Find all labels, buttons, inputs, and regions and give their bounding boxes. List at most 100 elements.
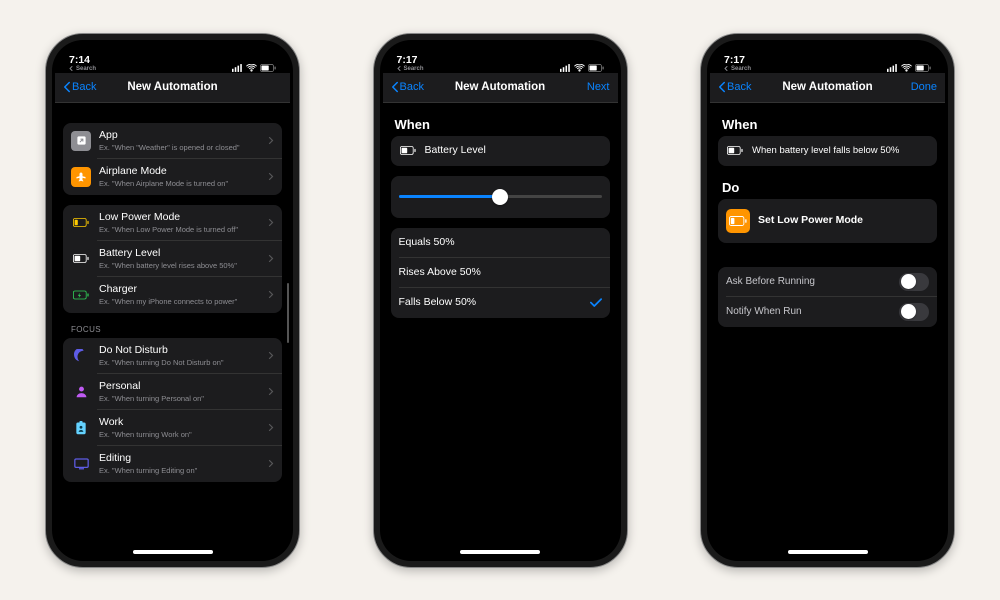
trigger-row-dnd[interactable]: Do Not DisturbEx. "When turning Do Not D… <box>63 338 282 374</box>
chevron-left-icon <box>718 81 726 93</box>
row-subtitle: Ex. "When turning Editing on" <box>99 466 268 475</box>
row-title: App <box>99 129 268 142</box>
option-label: Rises Above 50% <box>399 266 602 279</box>
status-search[interactable]: Search <box>724 66 751 72</box>
trigger-row-personal[interactable]: PersonalEx. "When turning Personal on" <box>63 374 282 410</box>
status-time: 7:17 <box>724 55 745 66</box>
phone-1: 7:14 Search Back New Automation <box>45 33 300 568</box>
trigger-row-work[interactable]: WorkEx. "When turning Work on" <box>63 410 282 446</box>
done-button[interactable]: Done <box>911 81 937 93</box>
row-subtitle: Ex. "When turning Do Not Disturb on" <box>99 358 268 367</box>
nav-title: New Automation <box>455 81 545 93</box>
nav-bar: Back New Automation <box>55 73 290 103</box>
home-indicator[interactable] <box>788 550 868 554</box>
row-title: Low Power Mode <box>99 211 268 224</box>
trigger-row-charger[interactable]: ChargerEx. "When my iPhone connects to p… <box>63 277 282 313</box>
nav-bar: Back New Automation Done <box>710 73 945 103</box>
row-title: Do Not Disturb <box>99 344 268 357</box>
do-action-group: Set Low Power Mode <box>718 199 937 243</box>
when-header: When <box>722 117 933 132</box>
option-equals[interactable]: Equals 50% <box>391 228 610 258</box>
action-row[interactable]: Set Low Power Mode <box>718 199 937 243</box>
row-title: Personal <box>99 380 268 393</box>
trigger-row-airplane[interactable]: Airplane ModeEx. "When Airplane Mode is … <box>63 159 282 195</box>
badge-icon <box>71 418 91 438</box>
checkmark-icon <box>590 298 602 308</box>
toggle-switch[interactable] <box>899 303 929 321</box>
row-subtitle: Ex. "When "Weather" is opened or closed" <box>99 143 268 152</box>
when-summary-row[interactable]: When battery level falls below 50% <box>718 136 937 166</box>
lowpower-icon <box>71 213 91 233</box>
wifi-icon <box>901 64 912 72</box>
focus-header: FOCUS <box>63 313 282 338</box>
battery-slider[interactable] <box>391 176 610 218</box>
phone-2: 7:17 Search Back New Automatio <box>373 33 628 568</box>
back-button[interactable]: Back <box>63 81 96 93</box>
back-button[interactable]: Back <box>391 81 424 93</box>
home-indicator[interactable] <box>133 550 213 554</box>
when-summary-group: When battery level falls below 50% <box>718 136 937 166</box>
battery-icon <box>588 64 604 72</box>
row-title: Work <box>99 416 268 429</box>
nav-title: New Automation <box>127 81 217 93</box>
option-label: Falls Below 50% <box>399 296 590 309</box>
option-falls-below[interactable]: Falls Below 50% <box>391 288 610 318</box>
chevron-right-icon <box>268 387 274 396</box>
row-subtitle: Ex. "When battery level rises above 50%" <box>99 261 268 270</box>
trigger-row-editing[interactable]: EditingEx. "When turning Editing on" <box>63 446 282 482</box>
toggle-ask-before-running[interactable]: Ask Before Running <box>718 267 937 297</box>
toggle-switch[interactable] <box>899 273 929 291</box>
slider-group <box>391 176 610 218</box>
status-right <box>232 64 276 72</box>
battery-level-row[interactable]: Battery Level <box>391 136 610 166</box>
scrollbar[interactable] <box>287 283 289 343</box>
nav-title: New Automation <box>782 81 872 93</box>
toggle-notify-when-run[interactable]: Notify When Run <box>718 297 937 327</box>
notch <box>775 43 880 61</box>
trigger-row-battery[interactable]: Battery LevelEx. "When battery level ris… <box>63 241 282 277</box>
chevron-left-icon <box>63 81 71 93</box>
display-icon <box>71 454 91 474</box>
signal-icon <box>232 64 243 72</box>
status-right <box>560 64 604 72</box>
chevron-right-icon <box>268 136 274 145</box>
status-search[interactable]: Search <box>69 66 96 72</box>
content-area[interactable]: AppEx. "When "Weather" is opened or clos… <box>55 103 290 558</box>
battery-level-icon <box>71 249 91 269</box>
row-subtitle: Ex. "When turning Personal on" <box>99 394 268 403</box>
trigger-row-lowpower[interactable]: Low Power ModeEx. "When Low Power Mode i… <box>63 205 282 241</box>
trigger-group-apps: AppEx. "When "Weather" is opened or clos… <box>63 123 282 195</box>
status-right <box>887 64 931 72</box>
content-area[interactable]: When Battery Level <box>383 103 618 558</box>
row-title: Battery Level <box>99 247 268 260</box>
signal-icon <box>887 64 898 72</box>
row-title: Battery Level <box>425 144 602 157</box>
option-rises-above[interactable]: Rises Above 50% <box>391 258 610 288</box>
battery-level-icon <box>726 141 744 161</box>
content-area[interactable]: When When battery level falls below 50% … <box>710 103 945 558</box>
signal-icon <box>560 64 571 72</box>
battery-icon <box>915 64 931 72</box>
home-indicator[interactable] <box>460 550 540 554</box>
row-subtitle: Ex. "When Low Power Mode is turned off" <box>99 225 268 234</box>
toggle-label: Notify When Run <box>726 306 899 318</box>
lowpower-action-icon <box>726 209 750 233</box>
trigger-row-app[interactable]: AppEx. "When "Weather" is opened or clos… <box>63 123 282 159</box>
comparison-options: Equals 50% Rises Above 50% Falls Below 5… <box>391 228 610 318</box>
trigger-group-focus: Do Not DisturbEx. "When turning Do Not D… <box>63 338 282 482</box>
chevron-right-icon <box>268 351 274 360</box>
next-button[interactable]: Next <box>587 81 610 93</box>
option-label: Equals 50% <box>399 236 602 249</box>
back-button[interactable]: Back <box>718 81 751 93</box>
trigger-group-power: Low Power ModeEx. "When Low Power Mode i… <box>63 205 282 313</box>
moon-icon <box>71 346 91 366</box>
toggles-group: Ask Before Running Notify When Run <box>718 267 937 327</box>
slider-fill <box>399 195 501 198</box>
slider-knob[interactable] <box>492 189 508 205</box>
row-title: Airplane Mode <box>99 165 268 178</box>
battery-level-icon <box>399 141 417 161</box>
phone-3: 7:17 Search Back New Automatio <box>700 33 955 568</box>
do-header: Do <box>722 180 933 195</box>
chevron-left-icon <box>391 81 399 93</box>
status-search[interactable]: Search <box>397 66 424 72</box>
